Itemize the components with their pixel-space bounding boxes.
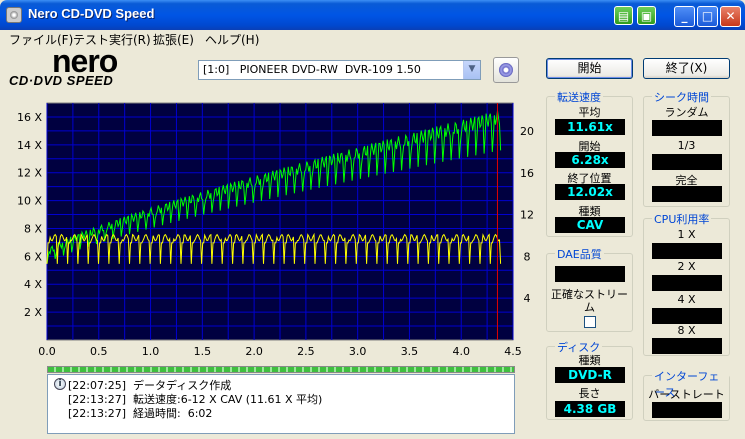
accurate-stream-label: 正確なストリー ム [551, 288, 628, 314]
y-right-tick-label: 20 [520, 125, 534, 138]
x-tick-label: 2.5 [297, 345, 315, 358]
x-tick-label: 4.0 [452, 345, 470, 358]
cpu-1x-value [652, 243, 722, 259]
y-left-tick-label: 12 X [17, 167, 42, 180]
third-value [652, 154, 722, 170]
x-tick-label: 2.0 [245, 345, 263, 358]
x-tick-label: 1.0 [142, 345, 160, 358]
disc-info-button[interactable] [493, 57, 519, 83]
minimize-button[interactable]: _ [674, 6, 695, 27]
disc-type-value: DVD-R [555, 367, 625, 383]
start-button[interactable]: 開始 [546, 58, 633, 79]
nero-logo: nero [52, 43, 118, 79]
save-icon[interactable]: ▣ [637, 6, 656, 25]
info-icon: i [54, 378, 66, 390]
avg-label: 平均 [578, 106, 601, 119]
x-tick-label: 3.5 [401, 345, 419, 358]
exit-button[interactable]: 終了(X) [643, 58, 730, 79]
seek-time-group: シーク時間 ランダム 1/3 完全 [643, 89, 730, 207]
y-left-tick-label: 2 X [24, 306, 42, 319]
transfer-speed-title: 転送速度 [555, 89, 603, 105]
y-left-tick-label: 10 X [17, 195, 42, 208]
x-tick-label: 0.0 [38, 345, 56, 358]
speed-chart-svg: 0.0 0.5 1.0 1.5 2.0 2.5 3.0 3.5 4.0 4.5 2 X 4 X 6 X 8… [17, 102, 534, 358]
cpu-4x-value [652, 308, 722, 324]
chevron-down-icon[interactable]: ▼ [463, 61, 480, 79]
maximize-button[interactable]: □ [697, 6, 718, 27]
burst-rate-label: バーストレート [648, 388, 725, 401]
cpu-8x-label: 8 X [677, 324, 696, 337]
cpu-2x-label: 2 X [677, 260, 696, 273]
random-label: ランダム [664, 106, 709, 119]
drive-select-value: [1:0] PIONEER DVD-RW DVR-109 1.50 [203, 63, 421, 76]
dae-quality-group: DAE品質 正確なストリー ム [546, 246, 633, 332]
speed-chart: 0.0 0.5 1.0 1.5 2.0 2.5 3.0 3.5 4.0 4.5 2 X 4 X 6 X 8… [3, 88, 541, 360]
transfer-speed-group: 転送速度 平均 11.61x 開始 6.28x 終了位置 12.02x 種類 C… [546, 89, 633, 237]
y-right-tick-label: 4 [524, 292, 531, 305]
y-left-tick-label: 8 X [24, 222, 42, 235]
title-bar[interactable]: Nero CD-DVD Speed ▤ ▣ _ □ ✕ [0, 0, 745, 30]
progress-bar [47, 366, 515, 373]
start-speed-value: 6.28x [555, 152, 625, 168]
x-tick-label: 4.5 [504, 345, 522, 358]
cd-dvd-speed-logo: CD·DVD SPEED [9, 73, 114, 88]
disc-length-value: 4.38 GB [555, 401, 625, 417]
cpu-2x-value [652, 275, 722, 291]
avg-speed-value: 11.61x [555, 119, 625, 135]
cpu-8x-value [652, 338, 722, 354]
end-speed-value: 12.02x [555, 184, 625, 200]
y-right-tick-label: 12 [520, 209, 534, 222]
y-right-tick-label: 16 [520, 167, 534, 180]
x-tick-label: 0.5 [90, 345, 108, 358]
interface-group: インターフェース バーストレート [643, 368, 730, 421]
burst-rate-value [652, 402, 722, 418]
dae-value [555, 266, 625, 282]
window-title: Nero CD-DVD Speed [28, 6, 155, 21]
cpu-4x-label: 4 X [677, 293, 696, 306]
disc-icon [499, 63, 513, 77]
cpu-usage-title: CPU利用率 [652, 211, 712, 227]
menu-help[interactable]: ヘルプ(H) [205, 31, 259, 48]
y-left-tick-label: 14 X [17, 139, 42, 152]
full-value [652, 186, 722, 202]
third-label: 1/3 [677, 139, 696, 152]
dae-quality-title: DAE品質 [555, 246, 604, 262]
seek-time-title: シーク時間 [652, 89, 711, 105]
random-value [652, 120, 722, 136]
y-left-tick-label: 4 X [24, 278, 42, 291]
close-button[interactable]: ✕ [720, 6, 741, 27]
log-line: [22:13:27] 経過時間: 6:02 [68, 407, 213, 420]
type-value: CAV [555, 217, 625, 233]
app-icon[interactable] [6, 7, 22, 23]
drive-select[interactable]: [1:0] PIONEER DVD-RW DVR-109 1.50 ▼ [198, 60, 481, 80]
disc-group: ディスク 種類 DVD-R 長さ 4.38 GB [546, 339, 633, 420]
screenshot-icon[interactable]: ▤ [614, 6, 633, 25]
menu-extra[interactable]: 拡張(E) [153, 31, 194, 48]
cpu-1x-label: 1 X [677, 228, 696, 241]
disc-type-label: 種類 [578, 354, 601, 367]
disc-length-label: 長さ [578, 387, 601, 400]
accurate-stream-checkbox[interactable] [584, 316, 596, 328]
cpu-usage-group: CPU利用率 1 X 2 X 4 X 8 X [643, 211, 730, 356]
log-panel[interactable]: i [22:07:25] データディスク作成 [22:13:27] 転送速度:6… [47, 374, 515, 434]
x-tick-label: 1.5 [194, 345, 212, 358]
x-tick-label: 3.0 [349, 345, 367, 358]
y-left-tick-label: 6 X [24, 250, 42, 263]
y-left-tick-label: 16 X [17, 111, 42, 124]
y-right-tick-label: 8 [524, 250, 531, 263]
